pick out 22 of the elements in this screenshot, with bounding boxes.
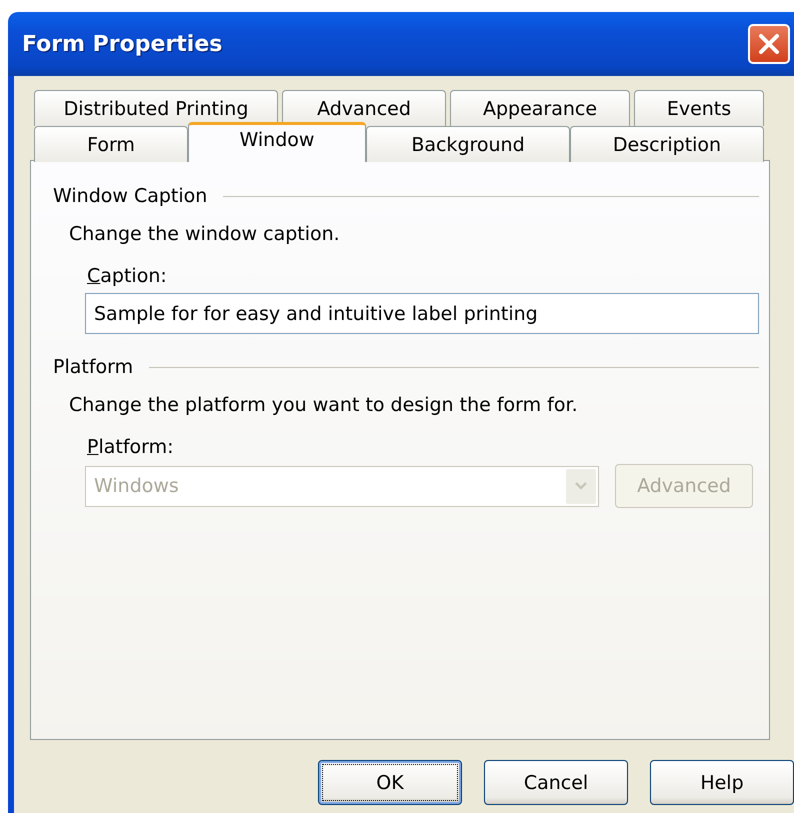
section-description: Change the window caption.	[69, 223, 341, 245]
dialog-button[interactable]: OK	[318, 760, 462, 805]
caption-field[interactable]: Sample for for easy and intuitive label printing	[85, 293, 759, 334]
tab[interactable]: Description	[570, 126, 764, 162]
section-heading: Platform	[53, 356, 134, 378]
tab[interactable]: Events	[634, 90, 764, 126]
field-label: Platform:	[87, 436, 175, 458]
field-label: Caption:	[87, 265, 168, 287]
tab[interactable]: Appearance	[450, 90, 630, 126]
tab[interactable]: Distributed Printing	[34, 90, 278, 126]
tab[interactable]: Form	[34, 126, 188, 162]
tab[interactable]: Window	[188, 122, 366, 162]
chevron-down-icon	[574, 481, 588, 491]
dialog-button[interactable]: Help	[650, 760, 794, 805]
dialog-button[interactable]: Cancel	[484, 760, 628, 805]
section-heading: Window Caption	[53, 185, 208, 207]
tab[interactable]: Background	[366, 126, 570, 162]
window-title: Form Properties	[22, 32, 222, 56]
tab[interactable]: Advanced	[282, 90, 446, 126]
close-button[interactable]	[748, 24, 790, 64]
section-description: Change the platform you want to design the form for.	[69, 394, 579, 416]
close-icon	[756, 31, 782, 57]
